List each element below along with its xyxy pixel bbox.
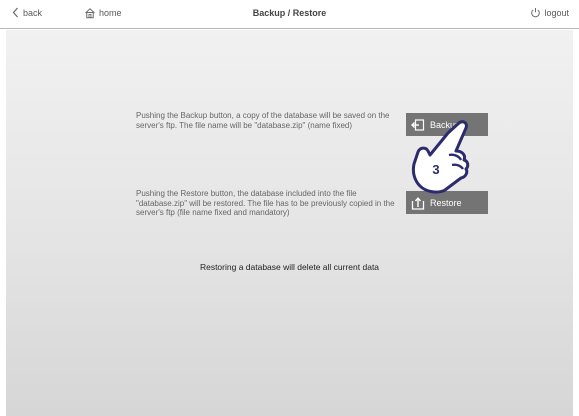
delete-warning: Restoring a database will delete all cur…: [199, 262, 380, 272]
pointing-hand-icon: [411, 120, 470, 194]
restore-description: Pushing the Restore button, the database…: [136, 189, 395, 217]
logout-button[interactable]: logout: [530, 7, 569, 18]
restore-icon: [411, 196, 425, 210]
step-number: 3: [432, 162, 440, 177]
logout-label: logout: [544, 7, 569, 18]
restore-button-label: Restore: [430, 197, 462, 208]
content-panel: [6, 30, 573, 416]
power-icon: [531, 8, 541, 18]
top-bar: back home Backup / Restore logout: [0, 0, 579, 28]
backup-description: Pushing the Backup button, a copy of the…: [136, 111, 390, 130]
page-title: Backup / Restore: [252, 8, 327, 18]
top-bar-divider: [0, 28, 579, 29]
